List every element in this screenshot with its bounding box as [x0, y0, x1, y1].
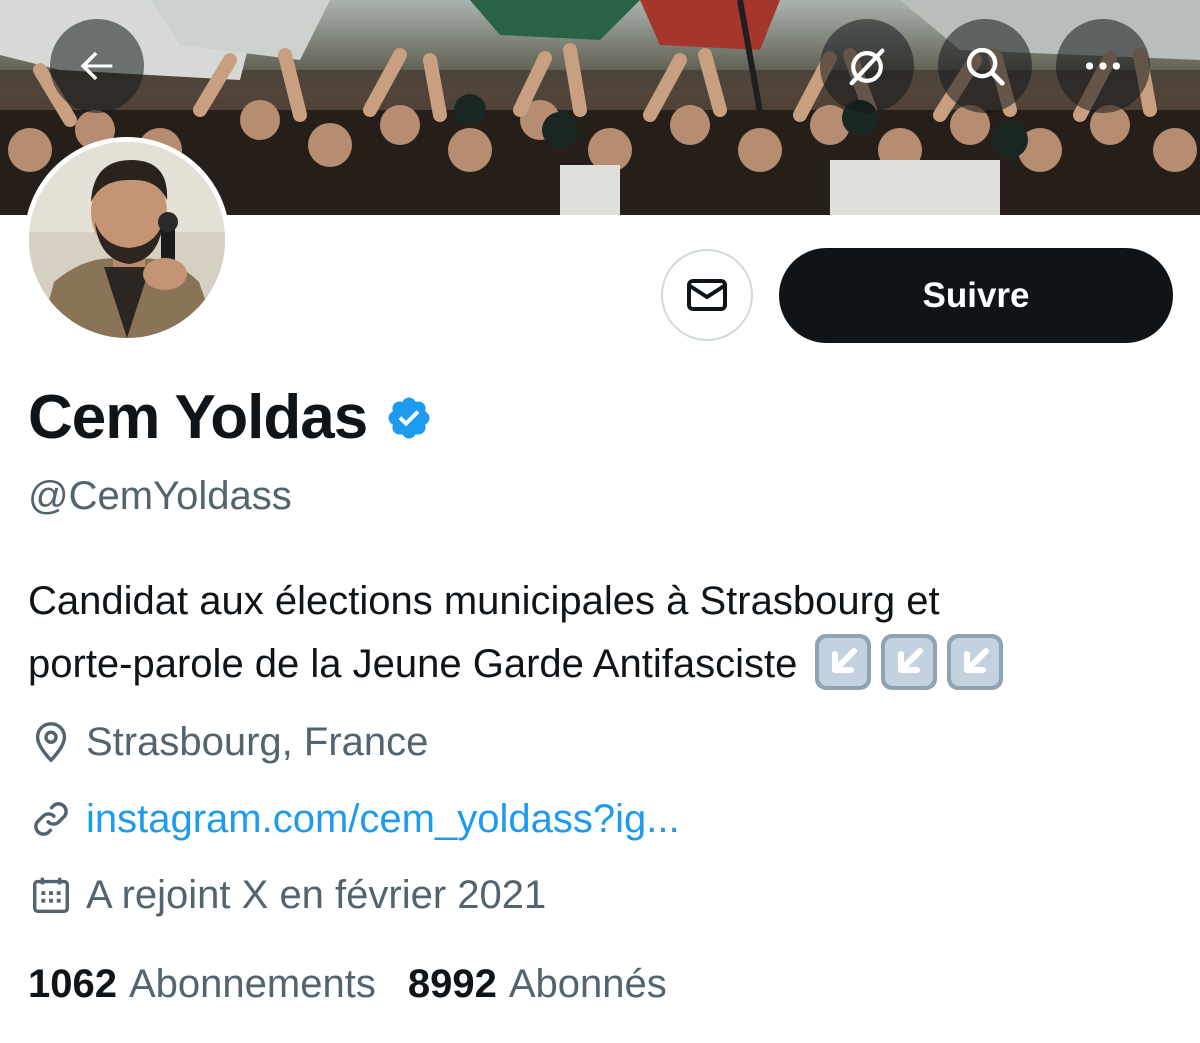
display-name: Cem Yoldas	[28, 383, 368, 452]
search-icon	[966, 47, 1005, 86]
profile-website: instagram.com/cem_yoldass?ig...	[28, 793, 680, 845]
more-button[interactable]	[1056, 19, 1150, 113]
following-count: 1062	[28, 962, 117, 1006]
follow-stats: 1062 Abonnements 8992 Abonnés	[28, 958, 667, 1010]
bio-line-2-text: porte-parole de la Jeune Garde Antifasci…	[28, 642, 798, 686]
link-icon	[34, 802, 68, 836]
following-label: Abonnements	[128, 962, 376, 1006]
verified-badge-icon[interactable]	[385, 394, 433, 442]
user-handle: @CemYoldass	[28, 474, 292, 518]
profile-location: Strasbourg, France	[28, 716, 428, 768]
website-link[interactable]: instagram.com/cem_yoldass?ig...	[86, 793, 680, 845]
slashed-circle-icon	[849, 48, 885, 86]
location-pin-icon	[35, 722, 67, 763]
search-button[interactable]	[938, 19, 1032, 113]
avatar[interactable]	[24, 137, 230, 343]
followers-count: 8992	[407, 962, 497, 1006]
bio-line-2: porte-parole de la Jeune Garde Antifasci…	[28, 633, 1178, 696]
profile-bio: Candidat aux élections municipales à Str…	[28, 570, 1178, 696]
location-text: Strasbourg, France	[86, 720, 429, 764]
profile-joined-date: A rejoint X en février 2021	[28, 869, 546, 921]
back-button[interactable]	[50, 19, 144, 113]
profile-page: Suivre Cem Yoldas @CemYoldass Candidat a…	[0, 0, 1200, 1043]
arrow-left-icon	[80, 51, 113, 81]
message-button[interactable]	[661, 249, 753, 341]
arrow-down-left-emoji	[947, 634, 1004, 691]
followers-label: Abonnés	[508, 962, 667, 1006]
more-dots-icon	[1085, 62, 1121, 70]
follow-button[interactable]: Suivre	[779, 248, 1173, 343]
bio-line-1: Candidat aux élections municipales à Str…	[28, 579, 940, 623]
followers-link[interactable]: 8992 Abonnés	[408, 958, 667, 1010]
profile-name-row: Cem Yoldas	[28, 380, 433, 456]
arrow-down-left-emoji	[881, 634, 938, 691]
following-link[interactable]: 1062 Abonnements	[28, 958, 376, 1010]
grok-button[interactable]	[820, 19, 914, 113]
joined-text: A rejoint X en février 2021	[86, 873, 547, 917]
envelope-icon	[687, 279, 727, 311]
arrow-down-left-emoji	[815, 634, 872, 691]
calendar-icon	[32, 877, 70, 914]
avatar-photo	[29, 142, 225, 338]
